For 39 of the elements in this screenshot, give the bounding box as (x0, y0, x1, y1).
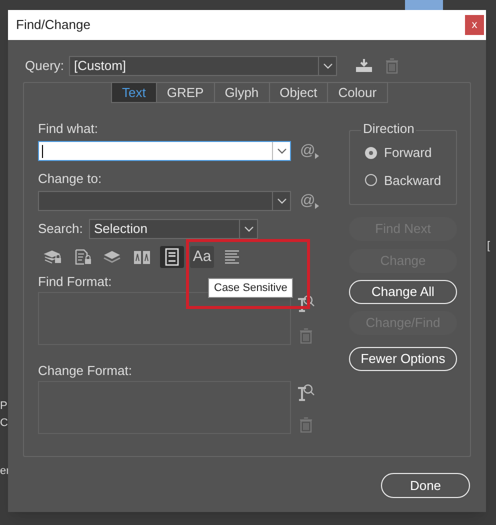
action-button[interactable]: Change All (349, 280, 457, 304)
toggle-button[interactable] (160, 246, 184, 268)
text-cursor (42, 144, 43, 158)
search-dropdown[interactable]: Selection (89, 219, 258, 239)
facing-pages-icon (133, 248, 151, 266)
text-field[interactable] (38, 141, 291, 161)
query-label: Query: (25, 57, 66, 76)
toggle-button[interactable]: Aa (190, 246, 214, 268)
radio-button[interactable] (365, 174, 377, 186)
find-what-label: Find what: (38, 121, 98, 137)
radio-button[interactable] (365, 146, 377, 159)
tooltip: Case Sensitive (208, 278, 294, 298)
save-icon[interactable] (355, 58, 373, 74)
triangle-icon (315, 153, 320, 159)
document-lock-icon (73, 248, 91, 266)
find-format-label: Find Format: (38, 274, 112, 290)
radio-option[interactable]: Forward (365, 143, 456, 162)
close-button[interactable]: x (465, 15, 484, 35)
background-text: P (0, 399, 8, 414)
done-button[interactable]: Done (381, 473, 470, 498)
triangle-icon (315, 203, 320, 209)
special-characters-button[interactable]: @ (300, 193, 320, 209)
change-to-label: Change to: (38, 171, 102, 187)
stacked-layers-lock-icon (43, 248, 61, 266)
text-field[interactable] (38, 191, 291, 211)
tab[interactable]: Text (112, 83, 156, 102)
radio-option[interactable]: Backward (365, 170, 456, 190)
search-label: Search: (38, 220, 84, 238)
special-characters-button[interactable]: @ (300, 143, 320, 159)
query-dropdown[interactable]: [Custom] (69, 56, 337, 76)
type-magnifier-icon[interactable] (297, 383, 315, 401)
background-panel (405, 0, 443, 10)
text-lines-icon (223, 248, 241, 266)
action-button[interactable]: Fewer Options (349, 347, 457, 371)
change-format-label: Change Format: (38, 363, 132, 379)
document-lines-icon (163, 248, 181, 266)
background-text: [ (487, 239, 490, 254)
window-title: Find/Change (16, 16, 90, 34)
type-magnifier-icon[interactable] (297, 294, 315, 312)
